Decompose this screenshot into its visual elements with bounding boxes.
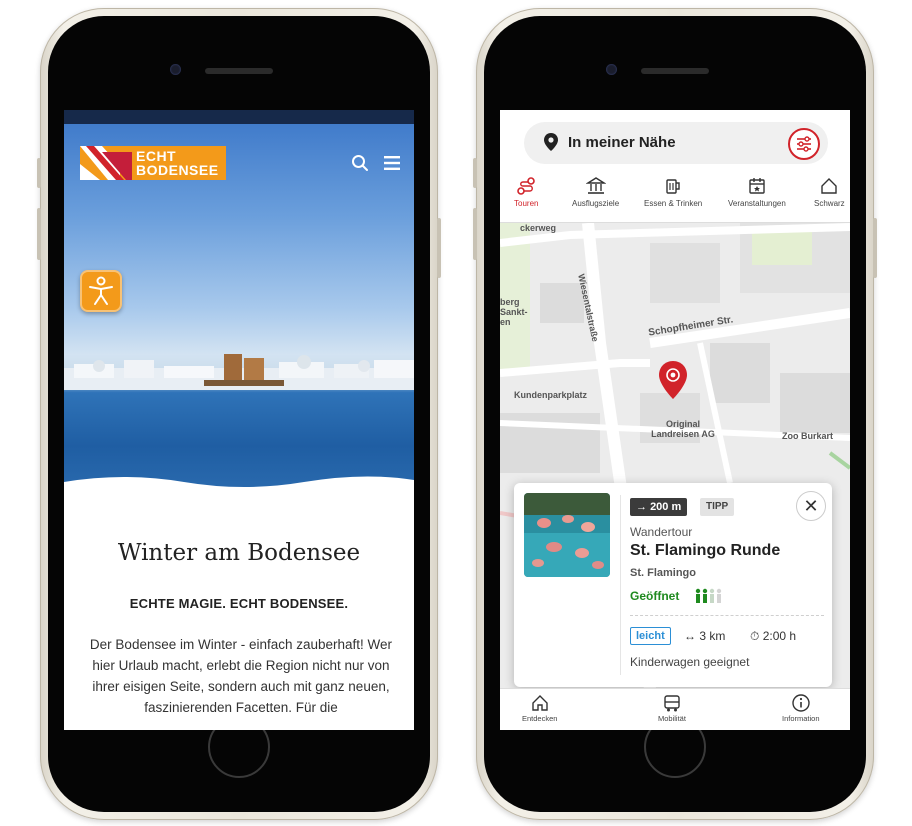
crowd-level-icon — [695, 588, 722, 603]
difficulty-badge: leicht — [630, 627, 671, 645]
tour-duration: ⏱ 2:00 h — [750, 629, 796, 644]
volume-button — [473, 208, 477, 260]
menu-icon[interactable] — [384, 156, 400, 170]
category-ausflugsziele[interactable]: Ausflugsziele — [572, 176, 619, 208]
page-subtitle: ECHTE MAGIE. ECHT BODENSEE. — [129, 596, 349, 611]
power-button — [873, 218, 877, 278]
nav-label: Entdecken — [522, 714, 558, 723]
length-value: 3 km — [699, 629, 726, 643]
bus-icon — [664, 695, 680, 712]
category-label: Schwarz — [814, 199, 845, 208]
info-icon — [792, 694, 810, 712]
beer-icon — [666, 179, 680, 194]
power-button — [437, 218, 441, 278]
duration-value: 2:00 h — [762, 629, 797, 643]
earpiece-speaker — [641, 68, 709, 74]
calendar-icon — [749, 178, 765, 194]
right-screen: In meiner Nähe Touren Ausflugsziele Esse… — [500, 110, 850, 730]
parking-label: Kundenparkplatz — [514, 390, 588, 400]
stroller-info: Kinderwagen geeignet — [630, 655, 750, 669]
tip-badge: TIPP — [700, 498, 735, 516]
tour-length: ↔ 3 km — [684, 629, 725, 643]
filter-button[interactable] — [788, 128, 820, 160]
category-label: Essen & Trinken — [644, 199, 703, 208]
card-divider — [620, 495, 621, 675]
category-bar: Touren Ausflugsziele Essen & Trinken Ver… — [500, 176, 850, 222]
volume-button — [37, 158, 41, 188]
poi-name: Original — [665, 419, 700, 429]
arrow-right-icon: → — [636, 501, 647, 513]
intro-text: Der Bodensee im Winter - einfach zauberh… — [89, 637, 393, 715]
tour-name[interactable]: St. Flamingo Runde — [630, 542, 780, 560]
left-screen: ECHT BODENSEE Winter am Bodensee ECHTE M… — [64, 110, 414, 730]
route-icon — [517, 177, 536, 195]
wave-divider — [64, 476, 414, 492]
nav-information[interactable]: Information — [782, 693, 820, 723]
category-veranstaltungen[interactable]: Veranstaltungen — [728, 176, 786, 208]
snowy-town-illustration — [64, 354, 414, 390]
front-camera — [606, 64, 617, 75]
sliders-icon — [797, 136, 811, 152]
category-label: Veranstaltungen — [728, 199, 786, 208]
poi-name: Landreisen AG — [651, 429, 715, 439]
phone-right: In meiner Nähe Touren Ausflugsziele Esse… — [473, 8, 877, 820]
area-label: Sankt- — [500, 307, 528, 317]
location-search-bar[interactable]: In meiner Nähe — [524, 122, 828, 164]
nav-mobilitaet[interactable]: Mobilität — [658, 693, 686, 723]
close-button[interactable]: ✕ — [796, 491, 826, 521]
accessibility-button[interactable] — [80, 270, 122, 312]
tour-place: St. Flamingo — [630, 567, 696, 579]
logo-line2: BODENSEE — [136, 162, 219, 178]
poi-zoo-label[interactable]: Zoo Burkart — [782, 431, 833, 441]
search-icon[interactable] — [351, 154, 369, 172]
logo-text: ECHT BODENSEE — [136, 149, 219, 177]
category-essen-trinken[interactable]: Essen & Trinken — [644, 176, 702, 208]
phone-left: ECHT BODENSEE Winter am Bodensee ECHTE M… — [37, 8, 441, 820]
echt-bodensee-logo[interactable]: ECHT BODENSEE — [80, 146, 226, 180]
map-view[interactable]: ckerweg Wiesentalstraße Schopfheimer Str… — [500, 222, 850, 689]
front-camera — [170, 64, 181, 75]
nav-label: Information — [782, 714, 820, 723]
house-icon — [821, 178, 838, 194]
home-icon — [532, 695, 548, 711]
category-label: Touren — [514, 199, 539, 208]
flamingo-image — [524, 493, 610, 577]
open-status: Geöffnet — [630, 589, 680, 603]
close-icon: ✕ — [803, 496, 819, 516]
hero-image: ECHT BODENSEE — [64, 110, 414, 492]
area-label: en — [500, 317, 511, 327]
status-bar — [64, 110, 414, 124]
poi-shop-label[interactable]: Original Landreisen AG — [638, 419, 728, 439]
nav-label: Mobilität — [658, 714, 686, 723]
category-schwarz[interactable]: Schwarz — [814, 176, 845, 208]
length-arrows-icon: ↔ — [684, 629, 696, 643]
volume-button — [37, 208, 41, 260]
accessibility-icon — [89, 276, 113, 305]
card-separator — [630, 615, 824, 616]
map-marker-icon[interactable] — [658, 361, 688, 399]
distance-badge: → 200 m — [630, 498, 688, 516]
volume-button — [473, 158, 477, 188]
category-label: Ausflugsziele — [572, 199, 620, 208]
distance-value: 200 m — [650, 501, 682, 513]
tour-thumbnail — [524, 493, 610, 577]
tour-card[interactable]: → 200 m TIPP ✕ Wandertour St. Flamingo R… — [514, 483, 832, 687]
stopwatch-icon: ⏱ — [750, 629, 760, 643]
nav-entdecken[interactable]: Entdecken — [522, 693, 557, 723]
logo-flag-icon — [80, 146, 132, 180]
museum-icon — [585, 177, 606, 194]
bottom-navigation: Entdecken Mobilität Information — [500, 688, 850, 730]
location-label: In meiner Nähe — [568, 134, 676, 151]
category-touren[interactable]: Touren — [514, 176, 538, 208]
tour-type: Wandertour — [630, 525, 693, 539]
street-label: ckerweg — [520, 223, 557, 233]
area-label: berg — [500, 297, 520, 307]
earpiece-speaker — [205, 68, 273, 74]
location-pin-icon — [544, 133, 558, 151]
page-title: Winter am Bodensee — [117, 540, 361, 566]
